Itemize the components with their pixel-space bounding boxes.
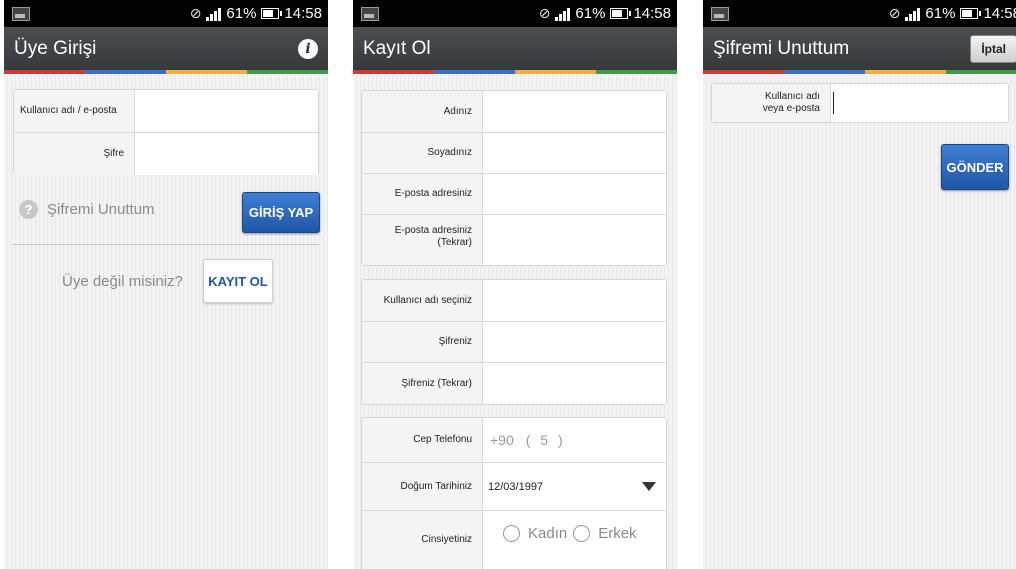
password-label: Şifre — [14, 133, 135, 175]
mobile-phone-input[interactable]: +90 ( 5 ) — [483, 418, 666, 462]
clock: 14:58 — [983, 5, 1016, 22]
mobile-phone-label: Cep Telefonu — [362, 418, 483, 462]
battery-percent: 61% — [575, 5, 606, 22]
text-cursor — [833, 92, 834, 114]
username-label: Kullanıcı adı / e-posta — [14, 90, 135, 132]
gallery-notification-icon — [361, 6, 379, 21]
gender-label: Cinsiyetiniz — [362, 511, 483, 569]
radio-female-label: Kadın — [528, 525, 568, 542]
vibrate-mute-icon: ⊘ — [888, 5, 901, 21]
status-bar: ⊘ 61% 14:58 — [703, 0, 1016, 27]
email-repeat-input[interactable] — [483, 215, 666, 265]
cancel-button[interactable]: İptal — [970, 34, 1016, 63]
password-label: Şifreniz — [362, 322, 483, 362]
birth-date-value: 12/03/1997 — [488, 480, 544, 493]
forgot-password-screen: ⊘ 61% 14:58 Şifremi Unuttum İptal Kullan… — [703, 0, 1016, 569]
contact-form: Cep Telefonu +90 ( 5 ) Doğum Tarihiniz 1… — [361, 417, 667, 569]
forgot-password-link[interactable]: ? Şifremi Unuttum — [19, 200, 155, 219]
username-input[interactable] — [483, 280, 666, 321]
color-stripe — [703, 70, 1016, 74]
login-button[interactable]: GİRİŞ YAP — [242, 192, 320, 233]
first-name-label: Adınız — [362, 91, 483, 132]
password-input[interactable] — [135, 133, 318, 175]
page-title: Üye Girişi — [14, 37, 97, 59]
radio-circle-icon — [573, 525, 591, 542]
divider — [13, 244, 319, 245]
signal-icon — [905, 7, 921, 21]
clock: 14:58 — [633, 5, 671, 22]
account-form: Kullanıcı adı seçiniz Şifreniz Şifreniz … — [361, 279, 667, 405]
clock: 14:58 — [284, 5, 322, 22]
gender-radio-group: Kadın Erkek — [483, 511, 666, 569]
gallery-notification-icon — [711, 6, 729, 21]
question-circle-icon: ? — [19, 200, 38, 219]
info-icon[interactable]: i — [298, 38, 318, 59]
birth-date-label: Doğum Tarihiniz — [362, 463, 483, 510]
not-member-text: Üye değil misiniz? — [62, 273, 183, 290]
register-screen: ⊘ 61% 14:58 Kayıt Ol Adınız Soyadınız E-… — [353, 0, 677, 569]
username-email-label: Kullanıcı adı veya e-posta — [712, 84, 831, 122]
password-repeat-input[interactable] — [483, 363, 666, 404]
page-title: Kayıt Ol — [363, 37, 431, 59]
first-name-input[interactable] — [483, 91, 666, 132]
battery-percent: 61% — [226, 5, 257, 22]
phone-area-code: ( 5 ) — [525, 432, 566, 448]
last-name-input[interactable] — [483, 133, 666, 173]
vibrate-mute-icon: ⊘ — [189, 5, 202, 21]
personal-info-form: Adınız Soyadınız E-posta adresiniz E-pos… — [361, 90, 667, 266]
forgot-form: Kullanıcı adı veya e-posta — [711, 83, 1009, 123]
radio-male[interactable]: Erkek — [573, 525, 637, 542]
dropdown-triangle-icon — [642, 482, 656, 491]
action-bar: Üye Girişi i — [4, 27, 328, 70]
email-repeat-label: E-posta adresiniz (Tekrar) — [362, 215, 483, 265]
radio-female[interactable]: Kadın — [503, 525, 567, 542]
username-email-input[interactable] — [831, 84, 1008, 122]
email-input[interactable] — [483, 174, 666, 214]
battery-icon — [610, 8, 632, 19]
radio-circle-icon — [503, 525, 520, 542]
phone-country-code: +90 — [490, 432, 514, 448]
login-form: Kullanıcı adı / e-posta Şifre — [13, 89, 319, 175]
email-label: E-posta adresiniz — [362, 174, 483, 214]
page-title: Şifremi Unuttum — [713, 37, 850, 59]
signal-icon — [206, 7, 222, 21]
send-button[interactable]: GÖNDER — [941, 144, 1009, 190]
battery-icon — [960, 8, 982, 19]
status-bar: ⊘ 61% 14:58 — [4, 0, 328, 27]
color-stripe — [4, 70, 328, 74]
battery-percent: 61% — [925, 5, 956, 22]
register-button[interactable]: KAYIT OL — [203, 259, 273, 303]
action-bar: Kayıt Ol — [353, 27, 677, 70]
username-label: Kullanıcı adı seçiniz — [362, 280, 483, 321]
password-input[interactable] — [483, 322, 666, 362]
login-screen: ⊘ 61% 14:58 Üye Girişi i Kullanıcı adı /… — [4, 0, 328, 569]
last-name-label: Soyadınız — [362, 133, 483, 173]
status-bar: ⊘ 61% 14:58 — [353, 0, 677, 27]
battery-icon — [261, 8, 283, 19]
username-input[interactable] — [135, 90, 318, 132]
password-repeat-label: Şifreniz (Tekrar) — [362, 363, 483, 404]
radio-male-label: Erkek — [598, 525, 637, 542]
forgot-password-label: Şifremi Unuttum — [47, 201, 155, 218]
action-bar: Şifremi Unuttum İptal — [703, 27, 1016, 70]
vibrate-mute-icon: ⊘ — [538, 5, 551, 21]
color-stripe — [353, 70, 677, 74]
birth-date-select[interactable]: 12/03/1997 — [483, 463, 666, 510]
signal-icon — [555, 7, 571, 21]
gallery-notification-icon — [12, 6, 30, 21]
